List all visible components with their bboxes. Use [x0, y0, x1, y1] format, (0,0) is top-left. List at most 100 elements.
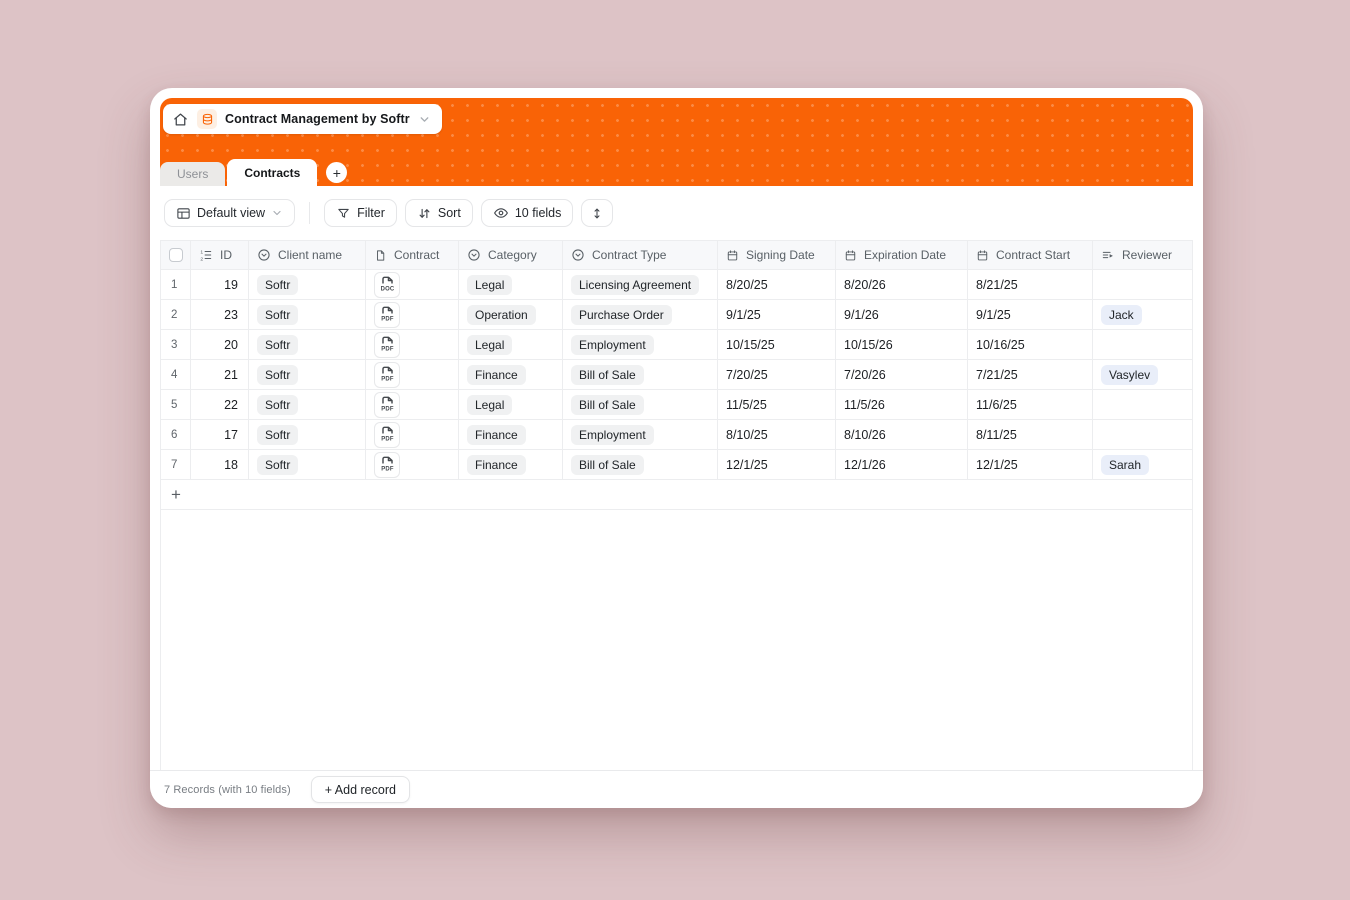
row-number-cell[interactable]: 3: [161, 330, 191, 359]
cell-contract[interactable]: PDF: [366, 360, 459, 389]
cell-category[interactable]: Finance: [459, 360, 563, 389]
cell-client-name[interactable]: Softr: [249, 450, 366, 479]
cell-id[interactable]: 21: [191, 360, 249, 389]
cell-signing-date[interactable]: 7/20/25: [718, 360, 836, 389]
cell-contract-type[interactable]: Bill of Sale: [563, 450, 718, 479]
cell-reviewer[interactable]: [1093, 390, 1191, 419]
cell-contract-type[interactable]: Employment: [563, 330, 718, 359]
select-all-checkbox[interactable]: [169, 248, 183, 262]
cell-category[interactable]: Finance: [459, 450, 563, 479]
cell-id[interactable]: 18: [191, 450, 249, 479]
cell-reviewer[interactable]: [1093, 330, 1191, 359]
file-attachment-icon[interactable]: PDF: [374, 302, 400, 328]
column-header-start[interactable]: Contract Start: [968, 241, 1093, 269]
file-attachment-icon[interactable]: PDF: [374, 362, 400, 388]
cell-client-name[interactable]: Softr: [249, 270, 366, 299]
cell-category[interactable]: Finance: [459, 420, 563, 449]
cell-reviewer[interactable]: [1093, 420, 1191, 449]
filter-button[interactable]: Filter: [324, 199, 397, 227]
row-number-cell[interactable]: 6: [161, 420, 191, 449]
cell-category[interactable]: Legal: [459, 270, 563, 299]
cell-expiration-date[interactable]: 12/1/26: [836, 450, 968, 479]
home-icon[interactable]: [172, 111, 189, 128]
cell-contract-type[interactable]: Bill of Sale: [563, 390, 718, 419]
cell-contract[interactable]: PDF: [366, 450, 459, 479]
file-attachment-icon[interactable]: DOC: [374, 272, 400, 298]
cell-client-name[interactable]: Softr: [249, 330, 366, 359]
fields-visibility-button[interactable]: 10 fields: [481, 199, 574, 227]
cell-contract-start[interactable]: 11/6/25: [968, 390, 1093, 419]
cell-expiration-date[interactable]: 10/15/26: [836, 330, 968, 359]
cell-expiration-date[interactable]: 8/20/26: [836, 270, 968, 299]
cell-contract-type[interactable]: Licensing Agreement: [563, 270, 718, 299]
row-number-cell[interactable]: 4: [161, 360, 191, 389]
sort-button[interactable]: Sort: [405, 199, 473, 227]
cell-reviewer[interactable]: Sarah: [1093, 450, 1191, 479]
cell-contract-start[interactable]: 7/21/25: [968, 360, 1093, 389]
cell-signing-date[interactable]: 11/5/25: [718, 390, 836, 419]
cell-category[interactable]: Operation: [459, 300, 563, 329]
cell-expiration-date[interactable]: 7/20/26: [836, 360, 968, 389]
row-height-button[interactable]: [581, 199, 613, 227]
column-header-reviewer[interactable]: Reviewer: [1093, 241, 1191, 269]
cell-contract-start[interactable]: 8/21/25: [968, 270, 1093, 299]
row-number-cell[interactable]: 5: [161, 390, 191, 419]
cell-reviewer[interactable]: [1093, 270, 1191, 299]
cell-client-name[interactable]: Softr: [249, 420, 366, 449]
cell-client-name[interactable]: Softr: [249, 390, 366, 419]
cell-signing-date[interactable]: 12/1/25: [718, 450, 836, 479]
cell-id[interactable]: 19: [191, 270, 249, 299]
row-number-cell[interactable]: 7: [161, 450, 191, 479]
cell-contract[interactable]: PDF: [366, 330, 459, 359]
cell-category[interactable]: Legal: [459, 330, 563, 359]
cell-id[interactable]: 23: [191, 300, 249, 329]
column-header-id[interactable]: 12ID: [191, 241, 249, 269]
cell-expiration-date[interactable]: 9/1/26: [836, 300, 968, 329]
add-record-button[interactable]: + Add record: [311, 776, 410, 803]
cell-client-name[interactable]: Softr: [249, 300, 366, 329]
cell-id[interactable]: 22: [191, 390, 249, 419]
column-header-signing[interactable]: Signing Date: [718, 241, 836, 269]
cell-expiration-date[interactable]: 11/5/26: [836, 390, 968, 419]
cell-contract-type[interactable]: Purchase Order: [563, 300, 718, 329]
column-header-client[interactable]: Client name: [249, 241, 366, 269]
cell-contract-start[interactable]: 8/11/25: [968, 420, 1093, 449]
tab-users[interactable]: Users: [160, 162, 225, 186]
file-attachment-icon[interactable]: PDF: [374, 452, 400, 478]
cell-signing-date[interactable]: 9/1/25: [718, 300, 836, 329]
file-attachment-icon[interactable]: PDF: [374, 332, 400, 358]
row-number-cell[interactable]: 2: [161, 300, 191, 329]
cell-reviewer[interactable]: Jack: [1093, 300, 1191, 329]
cell-id[interactable]: 20: [191, 330, 249, 359]
add-table-button[interactable]: +: [326, 162, 347, 183]
cell-reviewer[interactable]: Vasylev: [1093, 360, 1191, 389]
svg-text:PDF: PDF: [381, 407, 394, 413]
cell-contract-start[interactable]: 10/16/25: [968, 330, 1093, 359]
file-attachment-icon[interactable]: PDF: [374, 422, 400, 448]
tab-contracts[interactable]: Contracts: [227, 159, 317, 186]
cell-client-name[interactable]: Softr: [249, 360, 366, 389]
cell-contract[interactable]: PDF: [366, 390, 459, 419]
cell-contract-start[interactable]: 12/1/25: [968, 450, 1093, 479]
cell-signing-date[interactable]: 10/15/25: [718, 330, 836, 359]
cell-contract-type[interactable]: Bill of Sale: [563, 360, 718, 389]
cell-contract[interactable]: PDF: [366, 300, 459, 329]
view-selector-button[interactable]: Default view: [164, 199, 295, 227]
column-header-category[interactable]: Category: [459, 241, 563, 269]
row-number-cell[interactable]: 1: [161, 270, 191, 299]
cell-contract[interactable]: DOC: [366, 270, 459, 299]
cell-signing-date[interactable]: 8/20/25: [718, 270, 836, 299]
cell-signing-date[interactable]: 8/10/25: [718, 420, 836, 449]
column-header-type[interactable]: Contract Type: [563, 241, 718, 269]
cell-id[interactable]: 17: [191, 420, 249, 449]
app-title-dropdown[interactable]: Contract Management by Softr: [163, 104, 442, 134]
cell-category[interactable]: Legal: [459, 390, 563, 419]
column-header-expiration[interactable]: Expiration Date: [836, 241, 968, 269]
cell-contract-type[interactable]: Employment: [563, 420, 718, 449]
column-header-contract[interactable]: Contract: [366, 241, 459, 269]
cell-contract-start[interactable]: 9/1/25: [968, 300, 1093, 329]
cell-contract[interactable]: PDF: [366, 420, 459, 449]
cell-expiration-date[interactable]: 8/10/26: [836, 420, 968, 449]
file-attachment-icon[interactable]: PDF: [374, 392, 400, 418]
add-row-button[interactable]: +: [161, 480, 1192, 510]
